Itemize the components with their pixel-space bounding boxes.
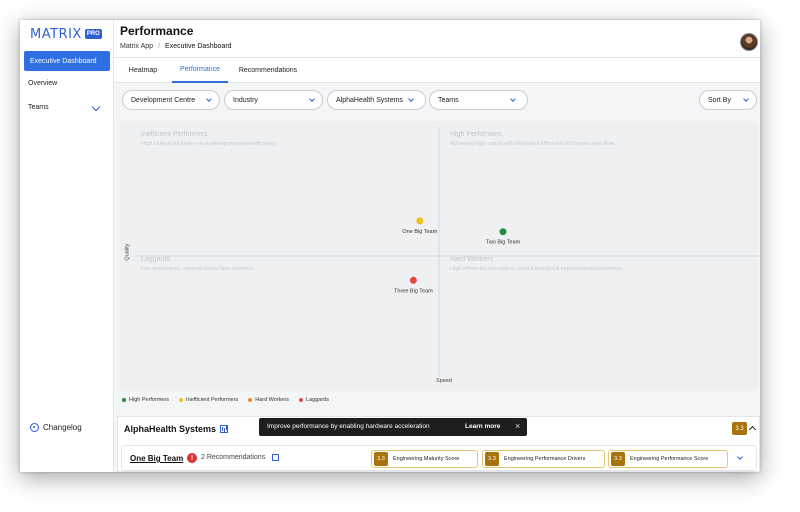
metric-score-badge: 3.3 — [485, 452, 499, 466]
score-badge: 3.3 — [732, 422, 747, 435]
team-name-link[interactable]: One Big Team — [130, 454, 183, 463]
sidebar-item-executive-dashboard[interactable]: Executive Dashboard — [24, 51, 110, 71]
quadrant-title-laggards: Laggards — [141, 256, 171, 263]
quadrant-title-high-performers: High Performers — [450, 131, 501, 138]
toast-message: Improve performance by enabling hardware… — [267, 423, 430, 430]
legend-label: Laggards — [306, 397, 329, 403]
quadrant-desc-high-performers: Achieving high output with dedicated eff… — [450, 141, 615, 147]
data-point-label: One Big Team — [402, 229, 437, 235]
chevron-down-icon — [743, 96, 749, 102]
quadrant-desc-inefficient-performers: High Output but likely encountering proc… — [141, 141, 277, 147]
x-axis-label: Speed — [436, 378, 452, 384]
performance-quadrant-chart: One Big Team Two Big Team Three Big Team I… — [119, 121, 759, 391]
changelog-link[interactable]: Changelog — [30, 423, 82, 432]
panel-title-text: AlphaHealth Systems — [124, 424, 217, 434]
logo-text: MATRIX — [30, 26, 82, 42]
legend-dot — [179, 398, 184, 402]
quadrant-desc-hard-workers: High efforts but low output; need traini… — [450, 266, 622, 272]
header: Performance Matrix App / Executive Dashb… — [114, 20, 760, 58]
sort-label: Sort By — [708, 96, 731, 104]
data-point-two-big-team[interactable] — [499, 228, 507, 236]
team-row[interactable]: One Big Team ! 2 Recommendations 3.3 Eng… — [121, 445, 757, 471]
tab-bar: Heatmap Performance Recommendations — [114, 58, 760, 83]
legend-dot — [248, 398, 253, 402]
breadcrumb-separator: / — [158, 43, 161, 50]
legend-label: Hard Workers — [255, 397, 290, 403]
legend-item[interactable]: High Performers — [122, 397, 169, 403]
chevron-down-icon — [206, 96, 212, 102]
toast-notification: Improve performance by enabling hardware… — [259, 418, 527, 436]
filter-development-centre[interactable]: Development Centre — [122, 90, 220, 110]
chevron-down-icon[interactable] — [737, 454, 743, 460]
alert-icon: ! — [187, 453, 197, 463]
tab-recommendations[interactable]: Recommendations — [232, 58, 304, 83]
quadrant-desc-laggards: Low productivity, minimal hours/ time in… — [141, 266, 253, 272]
scatter-plot: One Big Team Two Big Team Three Big Team — [135, 127, 759, 377]
quadrant-title-hard-workers: Hard Workers — [450, 256, 494, 263]
changelog-label: Changelog — [43, 423, 82, 432]
sort-by-dropdown[interactable]: Sort By — [699, 90, 757, 110]
page-title: Performance — [120, 24, 194, 38]
chevron-down-icon — [510, 96, 516, 102]
chart-legend: High Performers Inefficient Performers Har… — [122, 397, 329, 403]
legend-dot — [122, 398, 126, 402]
chevron-up-icon[interactable] — [748, 425, 757, 434]
metric-score-badge: 3.3 — [611, 452, 625, 466]
data-point-label: Two Big Team — [486, 240, 521, 246]
data-point-one-big-team[interactable] — [416, 217, 424, 225]
sidebar-item-overview[interactable]: Overview — [28, 80, 57, 87]
breadcrumb-item-matrix-app[interactable]: Matrix App — [120, 43, 153, 50]
filter-label: Industry — [233, 96, 258, 104]
close-icon[interactable]: × — [515, 421, 520, 431]
metric-score-badge: 3.3 — [374, 452, 388, 466]
tab-heatmap[interactable]: Heatmap — [118, 58, 168, 83]
breadcrumb-item-executive-dashboard: Executive Dashboard — [165, 43, 232, 50]
legend-item[interactable]: Hard Workers — [248, 397, 289, 403]
metric-label: Engineering Performance Score — [630, 456, 709, 462]
chevron-down-icon — [408, 96, 414, 102]
legend-label: Inefficient Performers — [186, 397, 239, 403]
legend-dot — [299, 398, 304, 402]
filter-teams[interactable]: Teams — [429, 90, 528, 110]
filter-bar: Development Centre Industry AlphaHealth … — [114, 83, 760, 117]
legend-label: High Performers — [129, 397, 170, 403]
sidebar: MATRIX PRO Executive Dashboard Overview … — [20, 20, 114, 472]
data-point-label: Three Big Team — [394, 288, 433, 294]
logo-badge: PRO — [84, 29, 102, 39]
bar-chart-icon[interactable] — [220, 425, 229, 433]
y-axis-label: Quality — [124, 243, 131, 261]
recommendations-count: 2 Recommendations — [201, 454, 266, 461]
external-link-icon[interactable] — [272, 454, 279, 461]
panel-title: AlphaHealth Systems — [124, 424, 229, 434]
chevron-down-icon — [309, 96, 315, 102]
breadcrumb: Matrix App / Executive Dashboard — [120, 43, 232, 50]
legend-item[interactable]: Inefficient Performers — [179, 397, 238, 403]
logo: MATRIX PRO — [30, 26, 102, 42]
filter-label: AlphaHealth Systems — [336, 96, 403, 104]
filter-alphahealth-systems[interactable]: AlphaHealth Systems — [327, 90, 426, 110]
filter-industry[interactable]: Industry — [224, 90, 323, 110]
learn-more-link[interactable]: Learn more — [465, 423, 500, 430]
app-window: MATRIX PRO Executive Dashboard Overview … — [20, 20, 760, 472]
changelog-icon — [30, 423, 39, 432]
data-point-three-big-team[interactable] — [409, 276, 417, 284]
filter-label: Development Centre — [131, 96, 196, 104]
quadrant-title-inefficient-performers: Inefficient Performers — [141, 131, 208, 138]
tab-performance[interactable]: Performance — [172, 58, 228, 83]
chevron-down-icon[interactable] — [91, 102, 101, 112]
filter-label: Teams — [438, 96, 459, 104]
metric-engineering-performance-score[interactable]: 3.3 Engineering Performance Score — [608, 450, 728, 468]
metric-engineering-performance-drivers[interactable]: 3.3 Engineering Performance Drivers — [482, 450, 605, 468]
legend-item[interactable]: Laggards — [299, 397, 329, 403]
metric-label: Engineering Maturity Score — [393, 456, 460, 462]
metric-engineering-maturity-score[interactable]: 3.3 Engineering Maturity Score — [371, 450, 478, 468]
metric-label: Engineering Performance Drivers — [504, 456, 586, 462]
sidebar-item-teams[interactable]: Teams — [28, 104, 49, 111]
avatar[interactable] — [740, 33, 758, 51]
